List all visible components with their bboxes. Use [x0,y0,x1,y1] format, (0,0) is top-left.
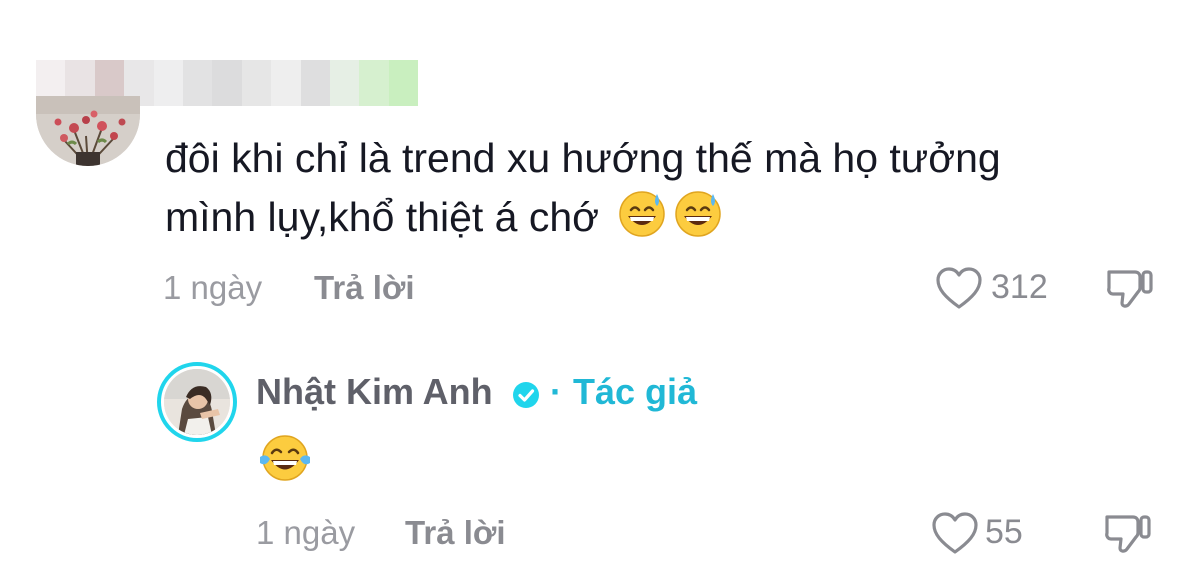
reply-timestamp: 1 ngày [256,514,356,551]
heart-outline-icon[interactable] [931,511,979,560]
tears-of-joy-emoji [258,433,312,488]
separator-dot: · [550,371,562,412]
comment-text-line-2: mình lụy,khổ thiệt á chớ [165,187,723,254]
reply-button[interactable]: Trả lời [314,268,415,308]
avatar-flowers-image [36,96,140,166]
avatar[interactable] [36,96,140,166]
heart-outline-icon[interactable] [935,266,983,315]
verified-badge-icon [512,381,540,414]
author-tag: Tác giả [573,371,698,412]
grinning-sweat-face-emoji [617,188,667,254]
comment-text-line-1: đôi khi chỉ là trend xu hướng thế mà họ … [165,135,1001,181]
thumbs-down-icon[interactable] [1103,511,1153,562]
grinning-sweat-face-emoji [673,188,723,254]
reply-like-count: 55 [985,513,1023,551]
like-count: 312 [991,268,1048,306]
author-avatar[interactable] [157,362,237,442]
author-photo-image [164,369,230,435]
comment-timestamp: 1 ngày [163,269,263,306]
author-name[interactable]: Nhật Kim Anh [256,369,493,415]
comment-text-line-2-text: mình lụy,khổ thiệt á chớ [165,194,600,240]
reply-reply-button[interactable]: Trả lời [405,513,506,553]
thumbs-down-icon[interactable] [1105,266,1155,317]
